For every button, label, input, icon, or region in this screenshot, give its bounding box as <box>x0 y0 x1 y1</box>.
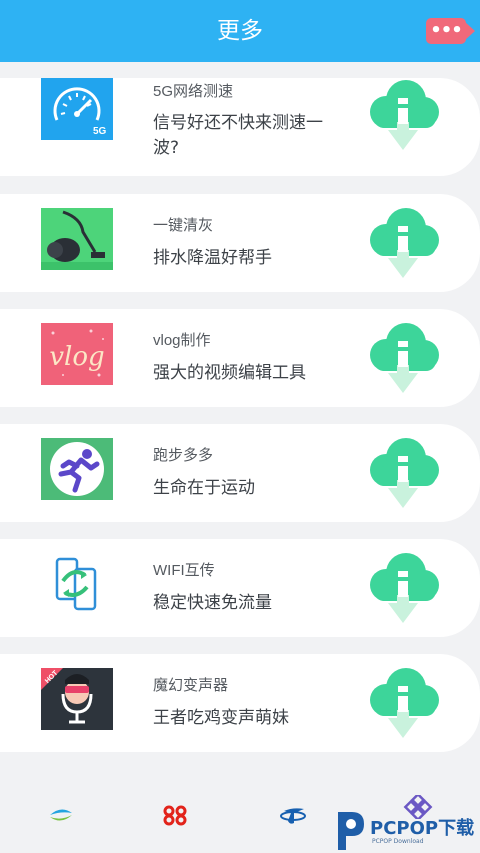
running-man-icon <box>41 438 113 500</box>
app-name: 一键清灰 <box>153 217 214 234</box>
app-card-running[interactable]: 跑步多多 生命在于运动 <box>0 424 480 522</box>
china-unicom-logo <box>163 805 187 826</box>
cloud-download-icon[interactable] <box>366 436 440 516</box>
app-desc: 强大的视频编辑工具 <box>153 363 306 383</box>
vlog-logo-icon: vlog <box>41 323 113 385</box>
app-desc: 生命在于运动 <box>153 478 255 498</box>
voice-changer-icon: HOT <box>41 668 113 730</box>
app-name: vlog制作 <box>153 332 211 349</box>
watermark-subtext: PCPOP Download <box>372 838 424 845</box>
vacuum-cleaner-icon <box>41 208 113 270</box>
cloud-download-icon[interactable] <box>366 551 440 631</box>
app-card-wifi-transfer[interactable]: WIFI互传 稳定快速免流量 <box>0 539 480 637</box>
app-card-5g-speed[interactable]: 5G 5G网络测速 信号好还不快来测速一波? <box>0 78 480 176</box>
more-button[interactable]: ••• <box>426 18 475 44</box>
speedometer-5g-icon: 5G <box>41 78 113 140</box>
cloud-download-icon[interactable] <box>366 206 440 286</box>
phone-transfer-icon <box>41 553 113 615</box>
china-telecom-logo <box>280 808 306 824</box>
app-name: 跑步多多 <box>153 447 214 464</box>
pcpop-watermark: PCPOP下载 PCPOP Download <box>330 808 480 853</box>
app-desc: 王者吃鸡变声萌妹 <box>153 708 289 728</box>
china-mobile-logo <box>50 809 72 821</box>
app-name: 5G网络测速 <box>153 83 234 100</box>
app-desc: 稳定快速免流量 <box>153 593 272 613</box>
app-card-vlog[interactable]: vlog vlog制作 强大的视频编辑工具 <box>0 309 480 407</box>
cloud-download-icon[interactable] <box>366 321 440 401</box>
app-card-clean-dust[interactable]: 一键清灰 排水降温好帮手 <box>0 194 480 292</box>
app-name: 魔幻变声器 <box>153 677 229 694</box>
svg-text:5G: 5G <box>93 126 107 137</box>
cloud-download-icon[interactable] <box>366 78 440 158</box>
page-title: 更多 <box>217 18 263 44</box>
cloud-download-icon[interactable] <box>366 666 440 746</box>
header-bar: 更多 ••• <box>0 0 480 62</box>
more-dots-icon: ••• <box>430 20 463 41</box>
app-desc: 排水降温好帮手 <box>153 248 272 268</box>
app-name: WIFI互传 <box>153 562 215 579</box>
pcpop-logo-icon <box>338 812 364 850</box>
vlog-logo-text: vlog <box>49 342 104 372</box>
app-desc: 信号好还不快来测速一波? <box>153 113 323 158</box>
watermark-text: PCPOP下载 <box>370 818 475 839</box>
app-card-voice-changer[interactable]: HOT 魔幻变声器 王者吃鸡变声萌妹 <box>0 654 480 752</box>
